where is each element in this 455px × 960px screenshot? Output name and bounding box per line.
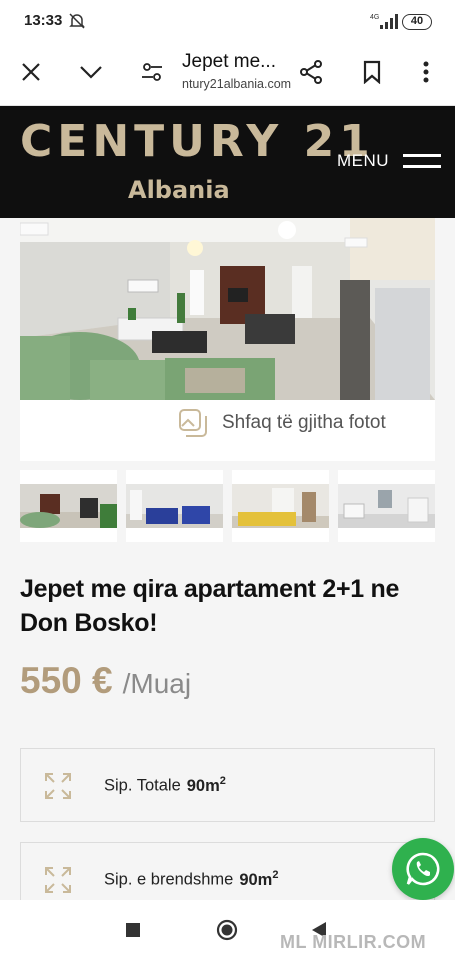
living-room-photo bbox=[20, 218, 435, 400]
brand-subtitle: Albania bbox=[128, 176, 230, 204]
more-options-button[interactable] bbox=[412, 58, 440, 86]
photo-gallery: Shfaq të gjitha fotot bbox=[20, 218, 435, 461]
brand-logo[interactable]: CENTURY 21 bbox=[20, 120, 375, 164]
whatsapp-icon bbox=[406, 852, 440, 886]
watermark: ML MIRLIR.COM bbox=[280, 932, 426, 953]
listing-title: Jepet me qira apartament 2+1 ne Don Bosk… bbox=[20, 575, 400, 637]
listing-price: 550 € bbox=[20, 660, 113, 701]
price-row: 550 € /Muaj bbox=[20, 660, 191, 702]
thumbnail-2[interactable] bbox=[126, 470, 223, 542]
page-url: ntury21albania.com bbox=[182, 77, 292, 91]
page-title: Jepet me... bbox=[182, 51, 276, 72]
share-icon bbox=[300, 60, 322, 84]
spec-total-label-row: Sip. Totale 90m2 bbox=[104, 775, 226, 796]
thumbnail-1[interactable] bbox=[20, 470, 117, 542]
notifications-off-icon bbox=[69, 13, 85, 29]
menu-label: MENU bbox=[337, 151, 390, 170]
spec-value: 90m bbox=[239, 870, 273, 889]
network-type: 4G bbox=[370, 14, 379, 21]
thumbnail-3[interactable] bbox=[232, 470, 329, 542]
thumbnail-bathroom-photo bbox=[338, 484, 435, 528]
spec-interior-label-row: Sip. e brendshme 90m2 bbox=[104, 869, 278, 890]
expand-arrows-icon bbox=[45, 867, 71, 893]
chevron-down-icon bbox=[80, 66, 102, 79]
show-all-photos-button[interactable]: Shfaq të gjitha fotot bbox=[178, 408, 386, 438]
show-all-photos-label: Shfaq të gjitha fotot bbox=[222, 412, 386, 433]
thumbnail-bedroom-2-photo bbox=[232, 484, 329, 528]
price-period: /Muaj bbox=[122, 668, 192, 699]
main-photo[interactable] bbox=[20, 218, 435, 400]
recents-icon[interactable] bbox=[126, 923, 140, 937]
bookmark-button[interactable] bbox=[358, 58, 386, 86]
spec-value: 90m bbox=[186, 776, 220, 795]
close-icon bbox=[22, 63, 40, 81]
spec-unit-sup: 2 bbox=[272, 869, 279, 881]
photo-library-icon bbox=[179, 409, 207, 437]
watermark-text: MIRLIR.COM bbox=[312, 932, 427, 952]
browser-toolbar: Jepet me... ntury21albania.com bbox=[0, 40, 455, 106]
page-info-button[interactable] bbox=[138, 58, 166, 86]
thumbnail-strip bbox=[20, 470, 435, 542]
watermark-prefix: ML bbox=[280, 932, 307, 952]
whatsapp-button[interactable] bbox=[392, 838, 454, 900]
home-icon[interactable] bbox=[216, 919, 238, 941]
battery-indicator: 40 bbox=[402, 14, 432, 30]
menu-button[interactable]: MENU bbox=[337, 151, 442, 171]
spec-unit-sup: 2 bbox=[219, 775, 226, 787]
spec-label: Sip. e brendshme bbox=[104, 870, 234, 889]
hamburger-icon bbox=[403, 154, 442, 168]
signal-icon: 4G bbox=[370, 14, 398, 29]
site-header: CENTURY 21 Albania MENU bbox=[0, 106, 455, 218]
thumbnail-bedroom-photo bbox=[126, 484, 223, 528]
spec-label: Sip. Totale bbox=[104, 776, 181, 795]
thumbnail-4[interactable] bbox=[338, 470, 435, 542]
share-button[interactable] bbox=[297, 58, 325, 86]
status-bar: 13:33 4G 40 bbox=[0, 0, 455, 40]
spec-total-area: Sip. Totale 90m2 bbox=[20, 748, 435, 822]
more-vert-icon bbox=[423, 61, 429, 83]
close-button[interactable] bbox=[17, 58, 45, 86]
expand-arrows-icon bbox=[45, 773, 71, 799]
bookmark-icon bbox=[363, 60, 381, 84]
thumbnail-living-room-photo bbox=[20, 484, 117, 528]
minimize-button[interactable] bbox=[77, 58, 105, 86]
tune-icon bbox=[142, 63, 162, 81]
status-time: 13:33 bbox=[24, 12, 63, 29]
